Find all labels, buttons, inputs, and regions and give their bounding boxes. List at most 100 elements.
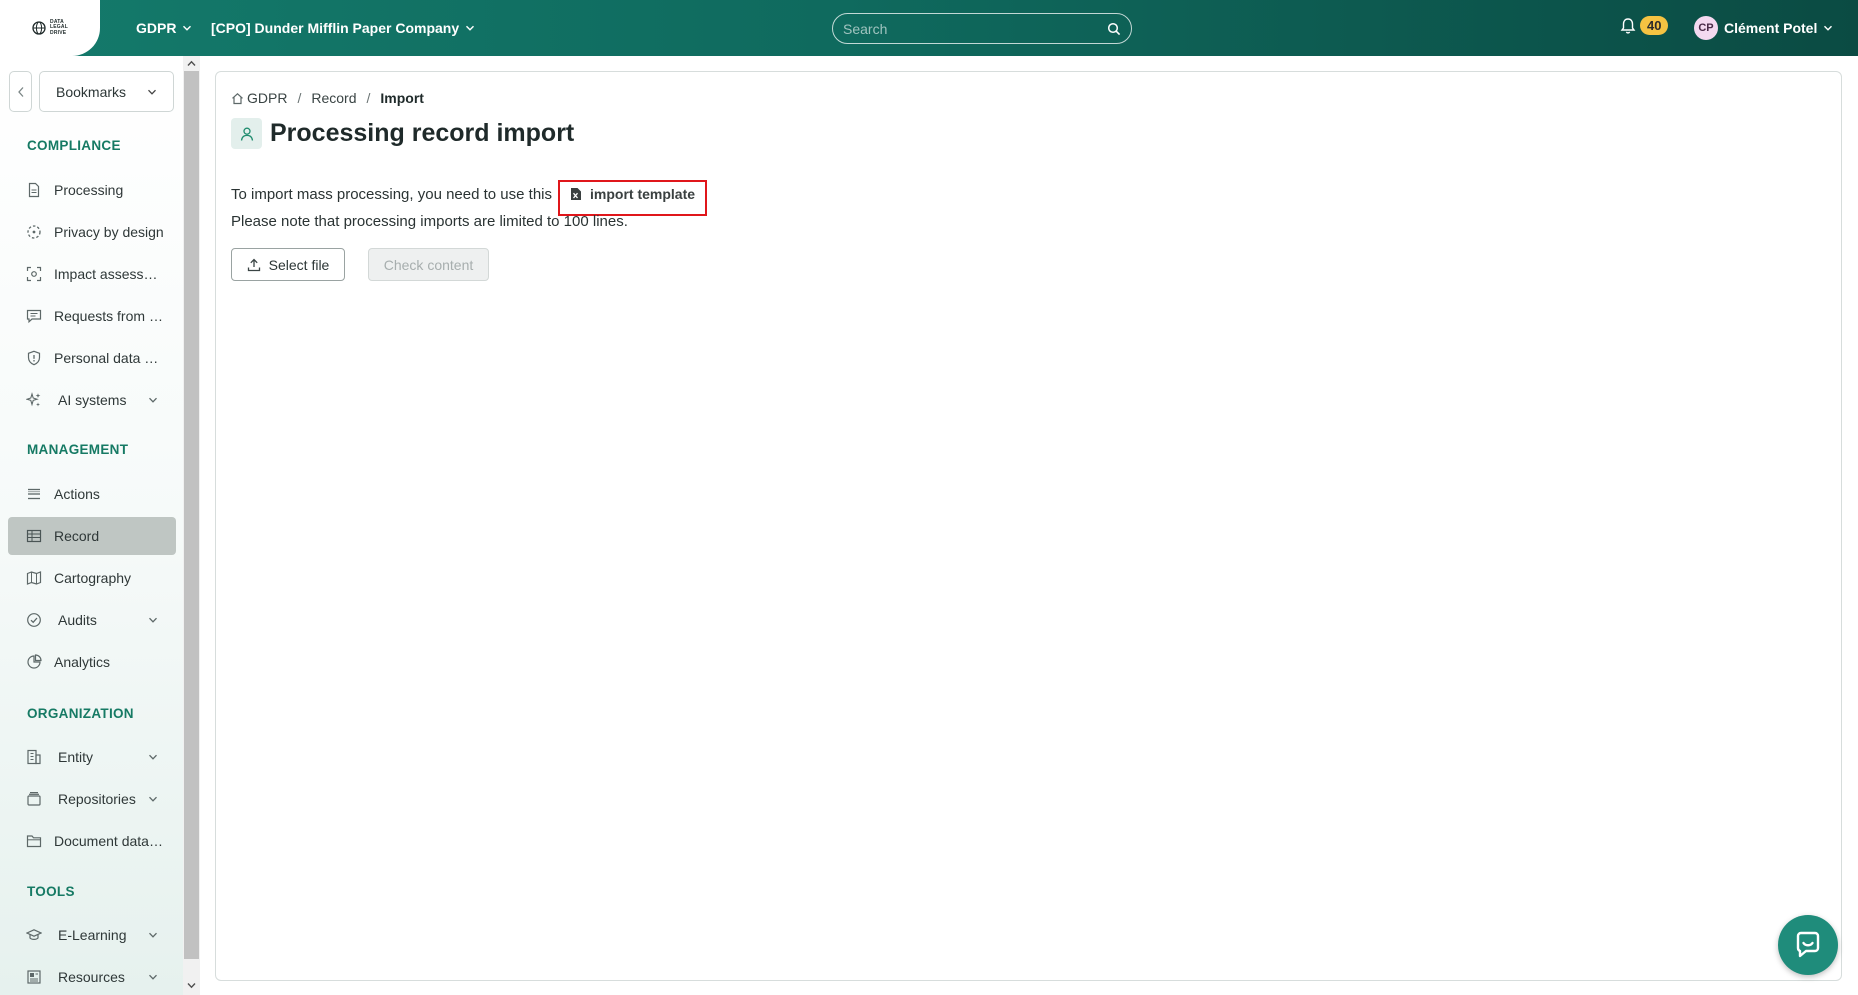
- sidebar-item-label: Entity: [58, 749, 94, 765]
- scroll-up-arrow[interactable]: [183, 56, 200, 71]
- breadcrumb-gdpr-link[interactable]: GDPR: [247, 90, 287, 106]
- home-icon: [232, 92, 243, 104]
- check-circle-icon: [27, 613, 41, 627]
- breadcrumb-separator: /: [297, 90, 302, 106]
- sidebar-item-label: E-Learning: [58, 927, 127, 943]
- chevron-down-icon: [187, 983, 196, 989]
- chat-icon: [1796, 931, 1820, 958]
- sidebar-item-label: Impact assessm…: [54, 266, 166, 282]
- chevron-down-icon: [149, 974, 157, 980]
- map-icon: [26, 571, 42, 585]
- table-icon: [26, 529, 42, 543]
- sidebar-item-privacy-by-design[interactable]: Privacy by design: [8, 213, 176, 251]
- document-icon: [28, 182, 40, 198]
- section-organization: ORGANIZATION: [27, 706, 134, 721]
- sidebar: Bookmarks COMPLIANCE Processing Privacy …: [0, 56, 183, 995]
- sidebar-item-requests[interactable]: Requests from d…: [8, 297, 176, 335]
- user-icon: [240, 127, 253, 141]
- sidebar-item-label: AI systems: [58, 392, 127, 408]
- organization-label: [CPO] Dunder Mifflin Paper Company: [211, 20, 460, 36]
- search-input[interactable]: [843, 20, 1107, 37]
- sidebar-item-label: Document datab…: [54, 833, 166, 849]
- sidebar-item-cartography[interactable]: Cartography: [8, 559, 176, 597]
- section-management: MANAGEMENT: [27, 442, 129, 457]
- shield-icon: [27, 350, 41, 366]
- sidebar-item-actions[interactable]: Actions: [8, 475, 176, 513]
- sidebar-item-label: Actions: [54, 486, 100, 502]
- chevron-down-icon: [466, 25, 475, 31]
- organization-selector[interactable]: [CPO] Dunder Mifflin Paper Company: [211, 0, 475, 56]
- graduation-cap-icon: [26, 929, 42, 940]
- collapse-sidebar-button[interactable]: [9, 71, 32, 112]
- sidebar-item-resources[interactable]: Resources: [8, 958, 176, 995]
- search-icon[interactable]: [1107, 22, 1121, 36]
- search-bar: [832, 13, 1132, 44]
- check-content-button[interactable]: Check content: [368, 248, 489, 281]
- page-title-icon: [231, 118, 262, 149]
- logo-word: DRIVE: [50, 29, 67, 36]
- upload-icon: [247, 258, 260, 271]
- sidebar-item-label: Audits: [58, 612, 97, 628]
- import-limit-note: Please note that processing imports are …: [231, 213, 628, 230]
- bookmarks-label: Bookmarks: [56, 83, 127, 100]
- logo-globe-icon: [32, 21, 46, 35]
- sidebar-item-label: Record: [54, 528, 100, 544]
- bell-icon: [1620, 17, 1636, 34]
- sidebar-item-analytics[interactable]: Analytics: [8, 643, 176, 681]
- sidebar-item-processing[interactable]: Processing: [8, 171, 176, 209]
- import-template-link[interactable]: import template: [570, 185, 695, 203]
- logo-area[interactable]: DATA LEGAL DRIVE: [0, 0, 100, 56]
- import-template-label: import template: [590, 186, 696, 202]
- section-compliance: COMPLIANCE: [27, 138, 121, 153]
- app-logo: DATA LEGAL DRIVE: [32, 19, 68, 37]
- scan-icon: [26, 266, 42, 282]
- check-content-label: Check content: [383, 256, 474, 273]
- chevron-down-icon: [149, 932, 157, 938]
- section-tools: TOOLS: [27, 884, 75, 899]
- select-file-button[interactable]: Select file: [231, 248, 345, 281]
- sidebar-item-document-database[interactable]: Document datab…: [8, 822, 176, 860]
- sidebar-item-personal-data-breach[interactable]: Personal data br…: [8, 339, 176, 377]
- chevron-down-icon: [148, 89, 156, 95]
- sidebar-item-audits[interactable]: Audits: [8, 601, 176, 639]
- chevron-down-icon: [149, 397, 157, 403]
- sidebar-item-impact-assessment[interactable]: Impact assessm…: [8, 255, 176, 293]
- select-file-label: Select file: [268, 256, 330, 273]
- sidebar-item-label: Analytics: [54, 654, 111, 670]
- avatar: CP: [1694, 16, 1718, 40]
- sidebar-item-label: Personal data br…: [54, 350, 166, 366]
- sidebar-item-label: Processing: [54, 182, 124, 198]
- breadcrumb-record-link[interactable]: Record: [311, 90, 356, 106]
- newspaper-icon: [27, 970, 41, 984]
- sidebar-item-ai-systems[interactable]: AI systems: [8, 381, 176, 419]
- chevron-down-icon: [183, 25, 192, 31]
- message-icon: [26, 309, 42, 324]
- module-selector[interactable]: GDPR: [136, 0, 192, 56]
- user-name: Clément Potel: [1724, 20, 1818, 36]
- sidebar-item-label: Resources: [58, 969, 125, 985]
- sidebar-item-label: Cartography: [54, 570, 132, 586]
- sidebar-scroll-thumb[interactable]: [184, 71, 199, 959]
- pie-chart-icon: [27, 654, 42, 669]
- chevron-down-icon: [1824, 25, 1833, 31]
- sidebar-item-repositories[interactable]: Repositories: [8, 780, 176, 818]
- sidebar-item-label: Repositories: [58, 791, 136, 807]
- user-menu[interactable]: CP Clément Potel: [1694, 0, 1833, 56]
- import-instruction-text: To import mass processing, you need to u…: [231, 186, 552, 203]
- building-icon: [27, 749, 41, 765]
- scroll-down-arrow[interactable]: [183, 978, 200, 993]
- sidebar-item-record[interactable]: Record: [8, 517, 176, 555]
- notifications-button[interactable]: 40: [1620, 16, 1669, 35]
- main-content-card: [215, 71, 1842, 981]
- logo-wordmark: DATA LEGAL DRIVE: [50, 19, 68, 37]
- chat-support-button[interactable]: [1778, 915, 1838, 975]
- page-title: Processing record import: [270, 119, 575, 147]
- chevron-down-icon: [149, 617, 157, 623]
- chevron-down-icon: [149, 754, 157, 760]
- breadcrumb: GDPR / Record / Import: [231, 90, 424, 106]
- top-bar: DATA LEGAL DRIVE GDPR [CPO] Dunder Miffl…: [0, 0, 1858, 56]
- bookmarks-dropdown[interactable]: Bookmarks: [39, 71, 174, 112]
- archive-icon: [27, 792, 41, 806]
- sidebar-item-e-learning[interactable]: E-Learning: [8, 916, 176, 954]
- sidebar-item-entity[interactable]: Entity: [8, 738, 176, 776]
